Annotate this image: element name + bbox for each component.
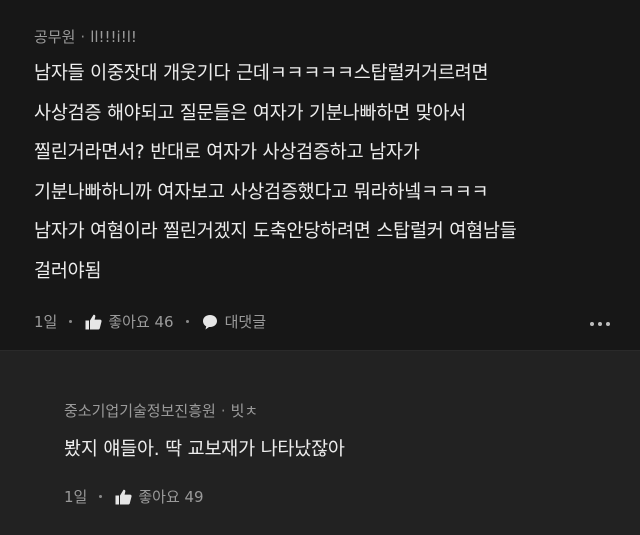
author-nickname[interactable]: 빗ㅊ — [231, 402, 259, 420]
comment-line: 사상검증 해야되고 질문들은 여자가 기분나빠하면 맞아서 — [34, 102, 467, 124]
comment-body: 남자들 이중잣대 개웃기다 근데ㅋㅋㅋㅋㅋ스탑럴커거르려면 사상검증 해야되고 … — [34, 54, 517, 291]
more-options-button[interactable] — [590, 322, 610, 326]
comment-meta: 공무원 · ll!!!i!l! — [34, 26, 137, 47]
footer-separator — [185, 320, 189, 323]
reply-button[interactable]: 대댓글 — [201, 311, 266, 332]
comment-line: 찔린거라면서? 반대로 여자가 사상검증하고 남자가 — [34, 142, 420, 163]
comment-2-reply: 중소기업기술정보진흥원 · 빗ㅊ 봤지 얘들아. 딱 교보재가 나타났잖아 1일 좋… — [0, 351, 640, 535]
comment-meta: 중소기업기술정보진흥원 · 빗ㅊ — [64, 400, 258, 421]
comment-1: 공무원 · ll!!!i!l! 남자들 이중잣대 개웃기다 근데ㅋㅋㅋㅋㅋ스탑럴커거… — [0, 0, 640, 350]
thumbs-up-icon — [84, 313, 102, 331]
more-dot-icon — [590, 322, 594, 326]
comment-footer: 1일 좋아요 49 — [64, 486, 204, 507]
comment-body: 봤지 얘들아. 딱 교보재가 나타났잖아 — [64, 430, 345, 470]
like-button[interactable]: 좋아요 49 — [114, 486, 204, 507]
more-dot-icon — [606, 322, 610, 326]
like-button[interactable]: 좋아요 46 — [84, 311, 174, 332]
thumbs-up-icon — [114, 488, 132, 506]
author-name[interactable]: 공무원 — [34, 28, 75, 46]
comment-line: 남자가 여혐이라 찔린거겠지 도축안당하려면 스탑럴커 여혐남들 — [34, 221, 517, 242]
reply-label: 대댓글 — [224, 313, 267, 331]
comment-line: 봤지 얘들아. 딱 교보재가 나타났잖아 — [64, 439, 345, 460]
comment-time: 1일 — [64, 488, 88, 506]
meta-separator: · — [220, 402, 226, 420]
footer-separator — [99, 495, 103, 498]
meta-separator: · — [80, 28, 86, 46]
comment-line: 기분나빠하니까 여자보고 사상검증했다고 뭐라하넼ㅋㅋㅋㅋ — [34, 181, 489, 203]
author-name[interactable]: 중소기업기술정보진흥원 — [64, 402, 216, 420]
like-count-label: 좋아요 49 — [138, 488, 204, 506]
like-count-label: 좋아요 46 — [108, 313, 174, 331]
comment-line: 남자들 이중잣대 개웃기다 근데ㅋㅋㅋㅋㅋ스탑럴커거르려면 — [34, 63, 489, 84]
more-dot-icon — [598, 322, 602, 326]
comment-line: 걸러야됨 — [34, 260, 102, 282]
comment-footer: 1일 좋아요 46 대댓글 — [34, 311, 266, 332]
footer-separator — [69, 320, 73, 323]
comment-time: 1일 — [34, 313, 58, 331]
speech-bubble-icon — [201, 313, 219, 331]
author-nickname[interactable]: ll!!!i!l! — [90, 28, 137, 46]
